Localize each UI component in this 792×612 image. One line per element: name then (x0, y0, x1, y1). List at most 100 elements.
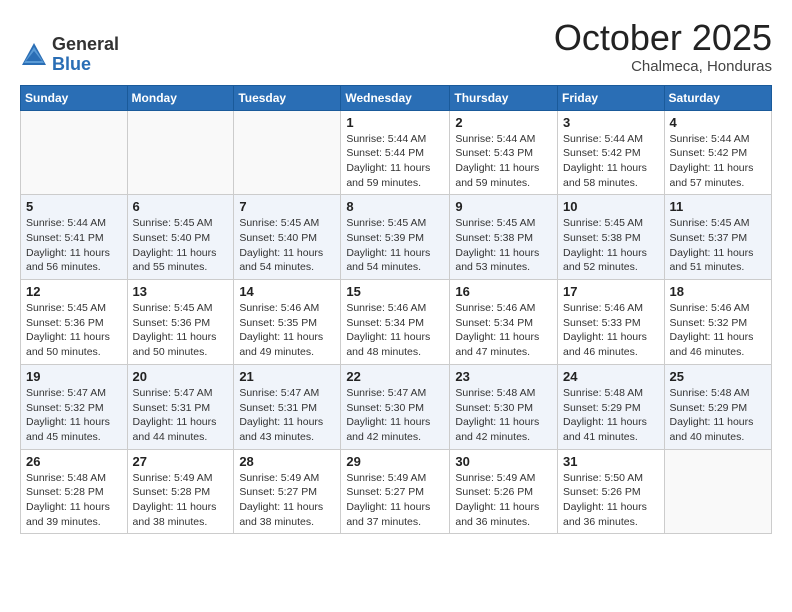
table-row (21, 110, 128, 195)
day-info: Sunrise: 5:49 AM Sunset: 5:27 PM Dayligh… (346, 471, 444, 530)
day-info: Sunrise: 5:44 AM Sunset: 5:43 PM Dayligh… (455, 132, 552, 191)
weekday-header-row: Sunday Monday Tuesday Wednesday Thursday… (21, 85, 772, 110)
table-row: 11 Sunrise: 5:45 AM Sunset: 5:37 PM Dayli… (664, 195, 771, 280)
table-row (234, 110, 341, 195)
header-wednesday: Wednesday (341, 85, 450, 110)
page-header: General Blue October 2025 Chalmeca, Hond… (20, 18, 772, 75)
logo-blue: Blue (52, 55, 119, 75)
table-row: 28Sunrise: 5:49 AM Sunset: 5:27 PM Dayli… (234, 449, 341, 534)
table-row: 25Sunrise: 5:48 AM Sunset: 5:29 PM Dayli… (664, 364, 771, 449)
table-row: 3 Sunrise: 5:44 AM Sunset: 5:42 PM Daylig… (558, 110, 665, 195)
header-sunday: Sunday (21, 85, 128, 110)
table-row: 29 Sunrise: 5:49 AM Sunset: 5:27 PM Dayli… (341, 449, 450, 534)
table-row: 7 Sunrise: 5:45 AM Sunset: 5:40 PM Daylig… (234, 195, 341, 280)
day-info: Sunrise: 5:45 AM Sunset: 5:39 PM Dayligh… (346, 216, 444, 275)
day-number: 14 (239, 284, 335, 299)
day-number: 7 (239, 199, 335, 214)
day-number: 15 (346, 284, 444, 299)
day-number: 30 (455, 454, 552, 469)
day-info: Sunrise: 5:45 AM Sunset: 5:36 PM Dayligh… (133, 301, 229, 360)
day-number: 17 (563, 284, 659, 299)
day-info: Sunrise: 5:45 AM Sunset: 5:36 PM Dayligh… (26, 301, 122, 360)
day-info: Sunrise: 5:45 AM Sunset: 5:40 PM Dayligh… (133, 216, 229, 275)
header-monday: Monday (127, 85, 234, 110)
day-info: Sunrise: 5:45 AM Sunset: 5:40 PM Dayligh… (239, 216, 335, 275)
day-info: Sunrise: 5:45 AM Sunset: 5:38 PM Dayligh… (455, 216, 552, 275)
calendar-week-row: 19Sunrise: 5:47 AM Sunset: 5:32 PM Dayli… (21, 364, 772, 449)
table-row: 24 Sunrise: 5:48 AM Sunset: 5:29 PM Dayli… (558, 364, 665, 449)
day-info: Sunrise: 5:46 AM Sunset: 5:32 PM Dayligh… (670, 301, 766, 360)
day-number: 16 (455, 284, 552, 299)
day-number: 8 (346, 199, 444, 214)
calendar-week-row: 1Sunrise: 5:44 AM Sunset: 5:44 PM Daylig… (21, 110, 772, 195)
day-number: 1 (346, 115, 444, 130)
day-number: 23 (455, 369, 552, 384)
day-info: Sunrise: 5:46 AM Sunset: 5:34 PM Dayligh… (346, 301, 444, 360)
day-number: 11 (670, 199, 766, 214)
table-row: 14 Sunrise: 5:46 AM Sunset: 5:35 PM Dayli… (234, 280, 341, 365)
table-row (127, 110, 234, 195)
logo-text: General Blue (52, 35, 119, 75)
table-row: 2Sunrise: 5:44 AM Sunset: 5:43 PM Daylig… (450, 110, 558, 195)
table-row: 31Sunrise: 5:50 AM Sunset: 5:26 PM Dayli… (558, 449, 665, 534)
table-row: 4 Sunrise: 5:44 AM Sunset: 5:42 PM Daylig… (664, 110, 771, 195)
table-row: 22 Sunrise: 5:47 AM Sunset: 5:30 PM Dayli… (341, 364, 450, 449)
day-info: Sunrise: 5:48 AM Sunset: 5:30 PM Dayligh… (455, 386, 552, 445)
table-row: 18 Sunrise: 5:46 AM Sunset: 5:32 PM Dayli… (664, 280, 771, 365)
header-friday: Friday (558, 85, 665, 110)
day-number: 5 (26, 199, 122, 214)
header-saturday: Saturday (664, 85, 771, 110)
table-row: 13 Sunrise: 5:45 AM Sunset: 5:36 PM Dayli… (127, 280, 234, 365)
calendar-week-row: 26Sunrise: 5:48 AM Sunset: 5:28 PM Dayli… (21, 449, 772, 534)
day-number: 24 (563, 369, 659, 384)
calendar-table: Sunday Monday Tuesday Wednesday Thursday… (20, 85, 772, 535)
table-row: 10 Sunrise: 5:45 AM Sunset: 5:38 PM Dayli… (558, 195, 665, 280)
table-row: 30 Sunrise: 5:49 AM Sunset: 5:26 PM Dayli… (450, 449, 558, 534)
table-row: 17 Sunrise: 5:46 AM Sunset: 5:33 PM Dayli… (558, 280, 665, 365)
calendar-week-row: 5Sunrise: 5:44 AM Sunset: 5:41 PM Daylig… (21, 195, 772, 280)
table-row: 27Sunrise: 5:49 AM Sunset: 5:28 PM Dayli… (127, 449, 234, 534)
day-info: Sunrise: 5:45 AM Sunset: 5:37 PM Dayligh… (670, 216, 766, 275)
title-block: October 2025 Chalmeca, Honduras (554, 18, 772, 75)
day-info: Sunrise: 5:48 AM Sunset: 5:29 PM Dayligh… (563, 386, 659, 445)
calendar-page: General Blue October 2025 Chalmeca, Hond… (0, 0, 792, 612)
day-info: Sunrise: 5:50 AM Sunset: 5:26 PM Dayligh… (563, 471, 659, 530)
day-info: Sunrise: 5:49 AM Sunset: 5:26 PM Dayligh… (455, 471, 552, 530)
table-row: 19Sunrise: 5:47 AM Sunset: 5:32 PM Dayli… (21, 364, 128, 449)
table-row: 26Sunrise: 5:48 AM Sunset: 5:28 PM Dayli… (21, 449, 128, 534)
header-tuesday: Tuesday (234, 85, 341, 110)
table-row: 9Sunrise: 5:45 AM Sunset: 5:38 PM Daylig… (450, 195, 558, 280)
day-number: 29 (346, 454, 444, 469)
day-number: 25 (670, 369, 766, 384)
day-number: 10 (563, 199, 659, 214)
table-row (664, 449, 771, 534)
day-number: 4 (670, 115, 766, 130)
day-info: Sunrise: 5:46 AM Sunset: 5:33 PM Dayligh… (563, 301, 659, 360)
table-row: 5Sunrise: 5:44 AM Sunset: 5:41 PM Daylig… (21, 195, 128, 280)
calendar-week-row: 12Sunrise: 5:45 AM Sunset: 5:36 PM Dayli… (21, 280, 772, 365)
day-number: 6 (133, 199, 229, 214)
day-info: Sunrise: 5:46 AM Sunset: 5:35 PM Dayligh… (239, 301, 335, 360)
day-number: 27 (133, 454, 229, 469)
day-info: Sunrise: 5:44 AM Sunset: 5:42 PM Dayligh… (563, 132, 659, 191)
logo-icon (20, 41, 48, 69)
table-row: 8 Sunrise: 5:45 AM Sunset: 5:39 PM Daylig… (341, 195, 450, 280)
table-row: 12Sunrise: 5:45 AM Sunset: 5:36 PM Dayli… (21, 280, 128, 365)
location: Chalmeca, Honduras (554, 58, 772, 75)
day-info: Sunrise: 5:47 AM Sunset: 5:31 PM Dayligh… (239, 386, 335, 445)
day-number: 3 (563, 115, 659, 130)
day-number: 26 (26, 454, 122, 469)
logo: General Blue (20, 35, 119, 75)
table-row: 20Sunrise: 5:47 AM Sunset: 5:31 PM Dayli… (127, 364, 234, 449)
table-row: 6 Sunrise: 5:45 AM Sunset: 5:40 PM Daylig… (127, 195, 234, 280)
table-row: 15 Sunrise: 5:46 AM Sunset: 5:34 PM Dayli… (341, 280, 450, 365)
day-info: Sunrise: 5:45 AM Sunset: 5:38 PM Dayligh… (563, 216, 659, 275)
day-number: 18 (670, 284, 766, 299)
day-number: 22 (346, 369, 444, 384)
day-number: 20 (133, 369, 229, 384)
day-info: Sunrise: 5:44 AM Sunset: 5:42 PM Dayligh… (670, 132, 766, 191)
day-info: Sunrise: 5:47 AM Sunset: 5:30 PM Dayligh… (346, 386, 444, 445)
table-row: 21Sunrise: 5:47 AM Sunset: 5:31 PM Dayli… (234, 364, 341, 449)
day-number: 13 (133, 284, 229, 299)
month-title: October 2025 (554, 18, 772, 58)
